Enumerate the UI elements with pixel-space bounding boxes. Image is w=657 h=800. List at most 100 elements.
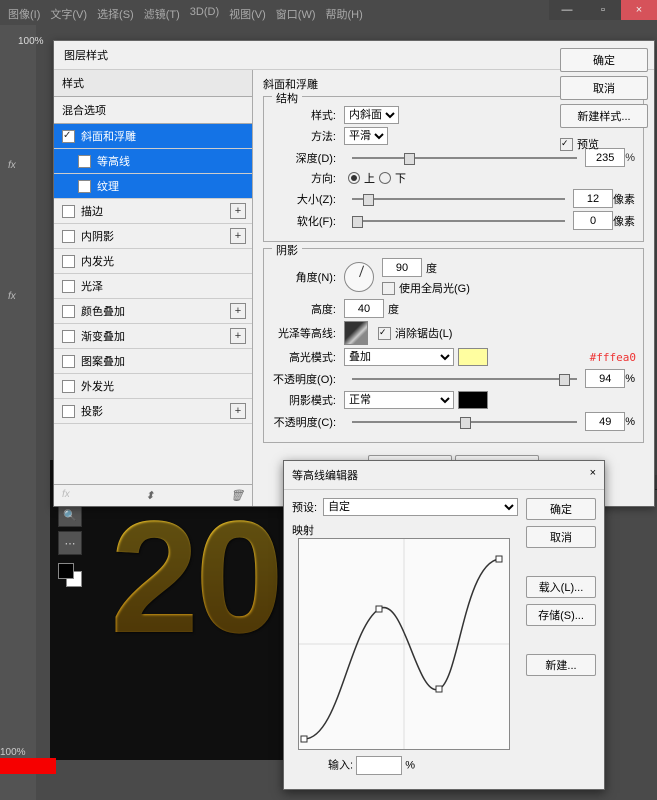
style-label: 斜面和浮雕: [81, 128, 136, 144]
style-label: 投影: [81, 403, 103, 419]
style-bevel-emboss[interactable]: 斜面和浮雕: [54, 124, 252, 149]
blending-options[interactable]: 混合选项: [54, 97, 252, 124]
contour-new-button[interactable]: 新建...: [526, 654, 596, 676]
style-pattern-overlay[interactable]: 图案叠加: [54, 349, 252, 374]
contour-curve-editor[interactable]: [298, 538, 510, 750]
style-texture[interactable]: 纹理: [54, 174, 252, 199]
angle-dial[interactable]: [344, 262, 374, 292]
checkbox[interactable]: [78, 180, 91, 193]
size-input[interactable]: [573, 189, 613, 208]
contour-load-button[interactable]: 载入(L)...: [526, 576, 596, 598]
preview-checkbox[interactable]: [560, 138, 573, 151]
style-inner-glow[interactable]: 内发光: [54, 249, 252, 274]
shadow-opacity-slider[interactable]: [352, 421, 577, 423]
style-inner-shadow[interactable]: 内阴影+: [54, 224, 252, 249]
soften-slider[interactable]: [352, 220, 565, 222]
preview-label: 预览: [577, 136, 599, 152]
depth-slider[interactable]: [352, 157, 577, 159]
contour-cancel-button[interactable]: 取消: [526, 526, 596, 548]
color-chips[interactable]: [58, 563, 82, 587]
checkbox[interactable]: [62, 230, 75, 243]
shadow-mode-select[interactable]: 正常: [344, 391, 454, 409]
misc-tool-icon[interactable]: ⋯: [58, 531, 82, 555]
direction-up-radio[interactable]: [348, 172, 360, 184]
menu-type[interactable]: 文字(V): [50, 6, 87, 22]
new-style-button[interactable]: 新建样式...: [560, 104, 648, 128]
angle-input[interactable]: [382, 258, 422, 277]
menu-window[interactable]: 窗口(W): [276, 6, 316, 22]
checkbox[interactable]: [62, 205, 75, 218]
fx-icon[interactable]: fx: [8, 160, 16, 171]
technique-select[interactable]: 平滑: [344, 127, 388, 145]
add-icon[interactable]: +: [230, 228, 246, 244]
style-label: 内发光: [81, 253, 114, 269]
anti-alias-checkbox[interactable]: [378, 327, 391, 340]
global-light-checkbox[interactable]: [382, 282, 395, 295]
preset-select[interactable]: 自定: [323, 498, 518, 516]
checkbox[interactable]: [62, 405, 75, 418]
contour-save-button[interactable]: 存储(S)...: [526, 604, 596, 626]
layer-style-dialog: 图层样式 样式 混合选项 斜面和浮雕 等高线 纹理 描边+ 内阴影+ 内发光 光…: [53, 40, 655, 507]
unit: 度: [426, 260, 437, 276]
size-slider[interactable]: [352, 198, 565, 200]
window-minimize[interactable]: —: [549, 0, 585, 20]
style-drop-shadow[interactable]: 投影 +: [54, 399, 252, 424]
soften-input[interactable]: [573, 211, 613, 230]
add-icon[interactable]: +: [230, 203, 246, 219]
menu-filter[interactable]: 滤镜(T): [144, 6, 180, 22]
direction-down-radio[interactable]: [379, 172, 391, 184]
style-stroke[interactable]: 描边+: [54, 199, 252, 224]
style-contour[interactable]: 等高线: [54, 149, 252, 174]
style-color-overlay[interactable]: 颜色叠加+: [54, 299, 252, 324]
global-light-label: 使用全局光(G): [399, 280, 470, 296]
checkbox[interactable]: [62, 255, 75, 268]
checkbox[interactable]: [62, 130, 75, 143]
trash-icon[interactable]: 🗑: [230, 489, 244, 502]
checkbox[interactable]: [62, 330, 75, 343]
input-label: 输入:: [328, 760, 353, 772]
menu-view[interactable]: 视图(V): [229, 6, 266, 22]
window-maximize[interactable]: ▫: [585, 0, 621, 20]
add-icon[interactable]: +: [230, 303, 246, 319]
contour-input-field[interactable]: [356, 756, 402, 775]
style-label: 外发光: [81, 378, 114, 394]
style-gradient-overlay[interactable]: 渐变叠加+: [54, 324, 252, 349]
shadow-color-swatch[interactable]: [458, 391, 488, 409]
gloss-contour-picker[interactable]: [344, 321, 368, 345]
anti-alias-label: 消除锯齿(L): [395, 325, 452, 341]
shadow-opacity-input[interactable]: [585, 412, 625, 431]
highlight-mode-select[interactable]: 叠加: [344, 348, 454, 366]
cancel-button[interactable]: 取消: [560, 76, 648, 100]
close-icon[interactable]: ×: [590, 467, 596, 483]
checkbox[interactable]: [62, 305, 75, 318]
add-icon[interactable]: +: [230, 328, 246, 344]
size-label: 大小(Z):: [272, 191, 336, 207]
red-swatch: [0, 758, 56, 774]
menu-image[interactable]: 图像(I): [8, 6, 40, 22]
highlight-opacity-slider[interactable]: [352, 378, 577, 380]
menu-help[interactable]: 帮助(H): [326, 6, 363, 22]
bevel-style-select[interactable]: 内斜面: [344, 106, 399, 124]
layer-reorder-icon[interactable]: ⬍: [145, 489, 154, 502]
checkbox[interactable]: [62, 380, 75, 393]
highlight-color-swatch[interactable]: [458, 348, 488, 366]
checkbox[interactable]: [78, 155, 91, 168]
fx-icon[interactable]: fx: [62, 489, 70, 502]
highlight-opacity-input[interactable]: [585, 369, 625, 388]
altitude-input[interactable]: [344, 299, 384, 318]
window-close[interactable]: ×: [621, 0, 657, 20]
style-outer-glow[interactable]: 外发光: [54, 374, 252, 399]
style-satin[interactable]: 光泽: [54, 274, 252, 299]
menu-3d[interactable]: 3D(D): [190, 6, 219, 22]
contour-ok-button[interactable]: 确定: [526, 498, 596, 520]
menu-select[interactable]: 选择(S): [97, 6, 134, 22]
styles-header: 样式: [54, 70, 252, 97]
add-icon[interactable]: +: [230, 403, 246, 419]
checkbox[interactable]: [62, 280, 75, 293]
ok-button[interactable]: 确定: [560, 48, 648, 72]
checkbox[interactable]: [62, 355, 75, 368]
technique-label: 方法:: [272, 128, 336, 144]
unit: 度: [388, 301, 399, 317]
style-label: 等高线: [97, 153, 130, 169]
fx-icon[interactable]: fx: [8, 291, 16, 302]
